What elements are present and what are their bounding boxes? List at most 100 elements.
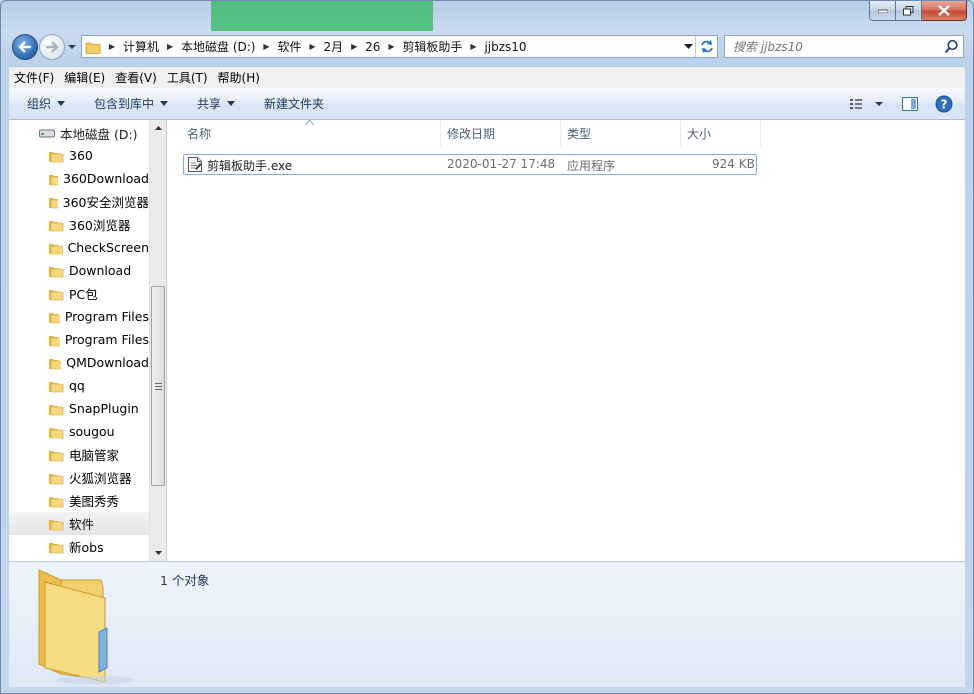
minimize-button[interactable] <box>869 1 896 21</box>
application-file-icon <box>188 157 202 172</box>
grip-icon <box>154 382 162 390</box>
explorer-window: ▶ 计算机 ▶ 本地磁盘 (D:) ▶ 软件 ▶ 2月 ▶ 26 ▶ 剪辑板助手… <box>0 0 974 694</box>
refresh-icon <box>700 40 713 53</box>
column-header-date[interactable]: 修改日期 <box>441 120 561 146</box>
breadcrumb-drive[interactable]: 本地磁盘 (D:) <box>178 38 258 55</box>
tree-item-snapplugin[interactable]: SnapPlugin <box>9 397 149 420</box>
folder-icon <box>49 450 64 461</box>
address-bar[interactable]: ▶ 计算机 ▶ 本地磁盘 (D:) ▶ 软件 ▶ 2月 ▶ 26 ▶ 剪辑板助手… <box>81 35 718 58</box>
help-button[interactable]: ? <box>929 92 959 116</box>
breadcrumb-february[interactable]: 2月 <box>321 38 347 55</box>
breadcrumb-separator-icon[interactable]: ▶ <box>258 42 274 51</box>
column-header-size[interactable]: 大小 <box>681 120 761 146</box>
breadcrumb-separator-icon[interactable]: ▶ <box>162 42 178 51</box>
change-view-button[interactable] <box>843 92 889 116</box>
breadcrumb-software[interactable]: 软件 <box>274 38 304 55</box>
details-pane: 1 个对象 <box>9 561 965 687</box>
tree-item-software[interactable]: 软件 <box>9 512 149 535</box>
chevron-down-icon <box>154 551 162 555</box>
scrollbar-thumb[interactable] <box>151 286 165 486</box>
organize-label: 组织 <box>27 97 52 111</box>
forward-button[interactable] <box>39 34 65 60</box>
maximize-button[interactable] <box>896 1 922 21</box>
address-history-dropdown-icon[interactable] <box>684 42 693 51</box>
search-icon[interactable] <box>944 39 959 54</box>
folder-icon <box>49 151 64 162</box>
tree-drive-label: 本地磁盘 (D:) <box>60 126 138 142</box>
folder-icon <box>49 496 64 507</box>
folder-icon <box>49 312 60 323</box>
back-arrow-icon <box>18 41 31 53</box>
menu-edit[interactable]: 编辑(E) <box>59 69 110 86</box>
tree-drive-d[interactable]: 本地磁盘 (D:) <box>39 123 138 143</box>
tree-item-360-safe-browser[interactable]: 360安全浏览器 <box>9 190 149 213</box>
background-window-fragment <box>211 1 433 31</box>
tree-item-qmdownload[interactable]: QMDownload <box>9 351 149 374</box>
scroll-down-button[interactable] <box>150 545 166 561</box>
tree-item-sougou[interactable]: sougou <box>9 420 149 443</box>
restore-icon <box>903 5 914 15</box>
tree-item-360[interactable]: 360 <box>9 144 149 167</box>
tree-item-pc-bao[interactable]: PC包 <box>9 282 149 305</box>
organize-button[interactable]: 组织 <box>9 95 74 112</box>
breadcrumb-separator-icon[interactable]: ▶ <box>104 42 120 51</box>
column-header-name[interactable]: 名称 <box>181 120 441 146</box>
share-button[interactable]: 共享 <box>177 95 244 112</box>
recent-pages-dropdown-icon[interactable] <box>67 42 77 52</box>
breadcrumb-separator-icon[interactable]: ▶ <box>305 42 321 51</box>
tree-item-meitu[interactable]: 美图秀秀 <box>9 489 149 512</box>
include-in-library-button[interactable]: 包含到库中 <box>74 95 177 112</box>
file-list-view: 名称 修改日期 类型 大小 剪辑板助手.exe 2020-01-27 17:48… <box>167 120 965 561</box>
breadcrumb-separator-icon[interactable]: ▶ <box>383 42 399 51</box>
search-box[interactable] <box>724 35 964 58</box>
folder-icon <box>49 427 64 438</box>
folder-icon <box>49 404 64 415</box>
folder-icon <box>49 243 63 254</box>
tree-item-program-files-2[interactable]: Program Files <box>9 328 149 351</box>
close-icon <box>938 5 950 16</box>
tree-item-pc-manager[interactable]: 电脑管家 <box>9 443 149 466</box>
tree-item-program-files[interactable]: Program Files <box>9 305 149 328</box>
breadcrumb-separator-icon[interactable]: ▶ <box>465 42 481 51</box>
folder-icon <box>49 335 60 346</box>
preview-pane-button[interactable] <box>895 92 925 116</box>
menu-view[interactable]: 查看(V) <box>110 69 162 86</box>
new-folder-button[interactable]: 新建文件夹 <box>244 95 333 112</box>
tree-item-new-obs[interactable]: 新obs <box>9 535 149 558</box>
refresh-button[interactable] <box>695 36 717 57</box>
breadcrumb-26[interactable]: 26 <box>362 40 383 54</box>
folder-icon <box>49 473 64 484</box>
tree-item-360download[interactable]: 360Download <box>9 167 149 190</box>
file-date: 2020-01-27 17:48 <box>447 157 556 171</box>
help-icon: ? <box>935 95 953 112</box>
tree-item-checkscreen[interactable]: CheckScreen <box>9 236 149 259</box>
menu-tools[interactable]: 工具(T) <box>162 69 213 86</box>
folder-icon <box>49 174 58 185</box>
file-type: 应用程序 <box>567 159 616 173</box>
tree-item-firefox[interactable]: 火狐浏览器 <box>9 466 149 489</box>
search-input[interactable] <box>725 36 935 57</box>
folder-icon <box>49 519 64 530</box>
column-header-type[interactable]: 类型 <box>561 120 681 146</box>
tree-item-download[interactable]: Download <box>9 259 149 282</box>
menu-help[interactable]: 帮助(H) <box>213 69 265 86</box>
tree-item-360-browser[interactable]: 360浏览器 <box>9 213 149 236</box>
folder-icon <box>49 358 62 369</box>
command-bar: 组织 包含到库中 共享 新建文件夹 ? <box>9 88 965 120</box>
breadcrumb-jjbzs10[interactable]: jjbzs10 <box>481 40 529 54</box>
folder-icon <box>49 289 64 300</box>
navigation-scrollbar[interactable] <box>149 120 166 561</box>
close-button[interactable] <box>922 1 967 21</box>
breadcrumb-clipboard-helper[interactable]: 剪辑板助手 <box>399 38 465 55</box>
back-button[interactable] <box>12 34 38 60</box>
tree-item-qq[interactable]: qq <box>9 374 149 397</box>
breadcrumb-computer[interactable]: 计算机 <box>120 38 162 55</box>
folder-icon <box>49 542 64 553</box>
menu-file[interactable]: 文件(F) <box>9 69 59 86</box>
command-bar-right: ? <box>843 88 965 119</box>
table-row[interactable]: 剪辑板助手.exe 2020-01-27 17:48 应用程序 924 KB <box>183 154 757 175</box>
file-size: 924 KB <box>712 157 755 171</box>
breadcrumb-separator-icon[interactable]: ▶ <box>346 42 362 51</box>
chevron-down-icon <box>57 101 66 106</box>
scroll-up-button[interactable] <box>150 120 166 136</box>
